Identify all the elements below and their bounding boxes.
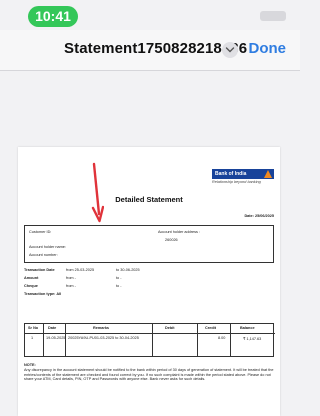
transaction-date-label: Transaction Date	[24, 268, 55, 272]
cell-sr-no: 1	[31, 336, 34, 340]
cheque-label: Cheque	[24, 284, 38, 288]
statement-date: Date: 25/06/2025	[244, 214, 274, 218]
done-button[interactable]: Done	[249, 40, 287, 57]
transaction-type-label: Transaction type: All	[24, 292, 62, 296]
table-header: Sr No Date Remarks Debit Credit Balance	[25, 324, 275, 334]
status-time[interactable]: 10:41	[28, 6, 78, 27]
transaction-date-from: from 25-03-2025	[66, 268, 95, 272]
chevron-down-icon	[225, 47, 235, 53]
bank-tagline: Relationship beyond banking	[212, 180, 261, 184]
battery-icon	[260, 11, 286, 21]
cheque-from: from -	[66, 284, 76, 288]
column-divider	[197, 324, 198, 357]
column-header: Sr No	[28, 326, 39, 330]
account-info-box: Customer ID: Account holder address : 26…	[24, 225, 274, 263]
title-menu-button[interactable]	[222, 42, 238, 58]
column-divider	[65, 324, 66, 357]
statement-title: Detailed Statement	[115, 195, 183, 204]
account-holder-address-label: Account holder address :	[158, 230, 201, 234]
navigation-bar: Statement1750828218436 Done	[0, 30, 300, 71]
column-header: Debit	[165, 326, 175, 330]
cell-credit: 8.00	[218, 336, 226, 340]
bank-name: Bank of India	[215, 171, 247, 177]
column-header: Balance	[240, 326, 255, 330]
cheque-to: to -	[116, 284, 122, 288]
transactions-table: Sr No Date Remarks Debit Credit Balance …	[24, 323, 275, 357]
document-title[interactable]: Statement1750828218436	[64, 40, 247, 57]
amount-label: Amount	[24, 276, 39, 280]
transaction-date-to: to 30-06-2025	[116, 268, 140, 272]
cell-date: 19-05-2025	[46, 336, 66, 340]
note-text: Any discrepancy in the account statement…	[24, 368, 274, 382]
annotation-arrow-icon	[91, 162, 104, 223]
column-header: Remarks	[93, 326, 110, 330]
cell-remarks: 20025YA9U-PU01-03-2025 to 30-04-2025	[68, 336, 139, 340]
column-divider	[43, 324, 44, 357]
amount-to: to -	[116, 276, 122, 280]
account-number-label: Account number:	[29, 253, 58, 257]
column-divider	[152, 324, 153, 357]
amount-from: from -	[66, 276, 76, 280]
account-holder-name-label: Account holder name:	[29, 245, 66, 249]
column-header: Credit	[205, 326, 216, 330]
bank-logo: Bank of India Relationship beyond bankin…	[212, 169, 274, 191]
statement-page[interactable]: Bank of India Relationship beyond bankin…	[18, 147, 280, 416]
column-divider	[230, 324, 231, 357]
cell-balance: ₹ 1,147.63	[243, 337, 262, 341]
note-heading: NOTE:	[24, 363, 36, 367]
customer-id-label: Customer ID:	[29, 230, 52, 234]
column-header: Date	[48, 326, 57, 330]
status-bar: 10:41	[0, 0, 300, 30]
address-pin: 260026	[165, 238, 178, 242]
star-icon	[264, 170, 272, 178]
